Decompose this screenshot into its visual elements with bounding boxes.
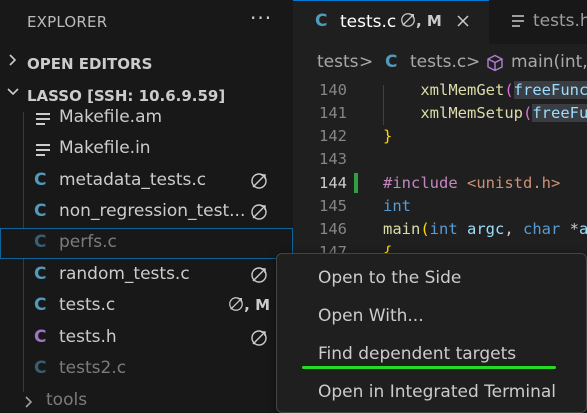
file-name: tests.c: [59, 295, 116, 315]
code-line: #include <unistd.h>: [383, 174, 561, 192]
code-line: int: [383, 197, 411, 215]
code-line: xmlMemSetup(freeFu: [420, 104, 587, 122]
c-file-icon: C: [315, 11, 328, 31]
menu-item-open-to-side[interactable]: Open to the Side: [277, 260, 587, 296]
c-file-icon: C: [34, 232, 47, 252]
h-file-icon: C: [34, 327, 47, 347]
cmake-exclude-icon: [251, 204, 267, 220]
line-number: 145: [319, 197, 347, 215]
file-item-random-tests[interactable]: C random_tests.c: [0, 260, 293, 291]
code-line: xmlMemGet(freeFunc: [420, 81, 587, 99]
chevron-right-icon: [9, 54, 17, 66]
lines-file-icon: [36, 113, 50, 128]
open-editors-label: OPEN EDITORS: [27, 55, 153, 73]
folder-item-tools[interactable]: tools: [0, 386, 293, 409]
chevron-right-icon: [25, 396, 33, 408]
explorer-sidebar: EXPLORER ··· OPEN EDITORS LASSO [SSH: 10…: [0, 0, 293, 409]
cmake-exclude-icon: [251, 173, 267, 189]
c-file-icon: C: [34, 264, 47, 284]
cmake-exclude-icon: [229, 297, 243, 311]
breadcrumb: tests > C tests.c > main(int,: [293, 44, 587, 78]
menu-item-label: Open in Integrated Terminal: [318, 382, 556, 402]
line-number: 143: [319, 150, 347, 168]
highlight-underline: [302, 366, 556, 369]
file-item-tests2[interactable]: C tests2.c: [0, 354, 293, 385]
line-number: 140: [319, 81, 347, 99]
modified-letter: M: [426, 12, 442, 30]
file-name: tests.h: [59, 327, 117, 347]
file-item-metadata-tests[interactable]: C metadata_tests.c: [0, 166, 293, 197]
file-name: metadata_tests.c: [59, 170, 207, 190]
cmake-exclude-icon: [251, 330, 267, 346]
c-file-icon: C: [34, 295, 47, 315]
breadcrumb-folder[interactable]: tests: [317, 52, 359, 72]
tab-bar: C tests.c , M tests.h: [293, 0, 587, 44]
explorer-title: EXPLORER: [27, 13, 108, 31]
file-item-makefile-in[interactable]: Makefile.in: [0, 134, 293, 165]
tab-label: tests.h: [533, 11, 587, 31]
more-actions-button[interactable]: ···: [250, 6, 272, 30]
file-name: perfs.c: [59, 232, 117, 252]
open-editors-section[interactable]: OPEN EDITORS: [0, 49, 293, 79]
file-name: Makefile.am: [59, 107, 163, 127]
menu-item-open-integrated-terminal[interactable]: Open in Integrated Terminal: [277, 374, 587, 410]
file-item-tests-c[interactable]: C tests.c , M: [0, 291, 293, 322]
file-name: non_regression_test...: [59, 201, 246, 221]
menu-item-label: Find dependent targets: [318, 344, 517, 364]
breadcrumb-separator: >: [466, 52, 481, 72]
lines-file-icon: [512, 15, 524, 30]
menu-item-open-with[interactable]: Open With...: [277, 298, 587, 334]
tab-label: tests.c: [340, 12, 397, 32]
tab-tests-h[interactable]: tests.h: [490, 0, 587, 44]
tab-tests-c[interactable]: C tests.c , M: [293, 0, 489, 44]
menu-item-label: Open to the Side: [318, 268, 462, 288]
lines-file-icon: [36, 144, 50, 159]
tab-status: , M: [400, 12, 442, 30]
breadcrumb-file[interactable]: tests.c: [410, 52, 466, 72]
file-name: Makefile.in: [59, 138, 151, 158]
file-name: tests2.c: [59, 358, 127, 378]
code-editor[interactable]: 140 xmlMemGet(freeFunc 141 xmlMemSetup(f…: [293, 78, 587, 261]
line-number: 146: [319, 220, 347, 238]
line-number: 144: [319, 174, 347, 192]
c-file-icon: C: [34, 170, 47, 190]
line-number: 141: [319, 104, 347, 122]
c-file-icon: C: [34, 358, 47, 378]
menu-item-label: Open With...: [318, 306, 424, 326]
file-item-tests-h[interactable]: C tests.h: [0, 323, 293, 354]
file-item-makefile-am[interactable]: Makefile.am: [0, 103, 293, 134]
c-file-icon: C: [385, 52, 398, 72]
cmake-exclude-icon: [251, 267, 267, 283]
breadcrumb-separator: >: [359, 52, 374, 72]
c-file-icon: C: [34, 201, 47, 221]
modified-status-badge: , M: [228, 296, 270, 314]
code-line: main(int argc, char *a: [383, 220, 587, 238]
file-name: random_tests.c: [59, 264, 190, 284]
folder-name: tools: [46, 390, 88, 409]
breadcrumb-symbol[interactable]: main(int,: [511, 52, 587, 72]
code-line: }: [383, 127, 393, 145]
close-icon[interactable]: [455, 13, 471, 29]
method-cube-icon: [487, 54, 503, 72]
file-item-perfs[interactable]: C perfs.c: [0, 228, 293, 259]
chevron-down-icon: [7, 88, 19, 96]
line-number: 142: [319, 127, 347, 145]
file-item-non-regression-tests[interactable]: C non_regression_test...: [0, 197, 293, 228]
context-menu: Open to the Side Open With... Find depen…: [276, 253, 587, 413]
modified-letter: M: [255, 296, 270, 314]
cmake-exclude-icon: [401, 13, 415, 27]
